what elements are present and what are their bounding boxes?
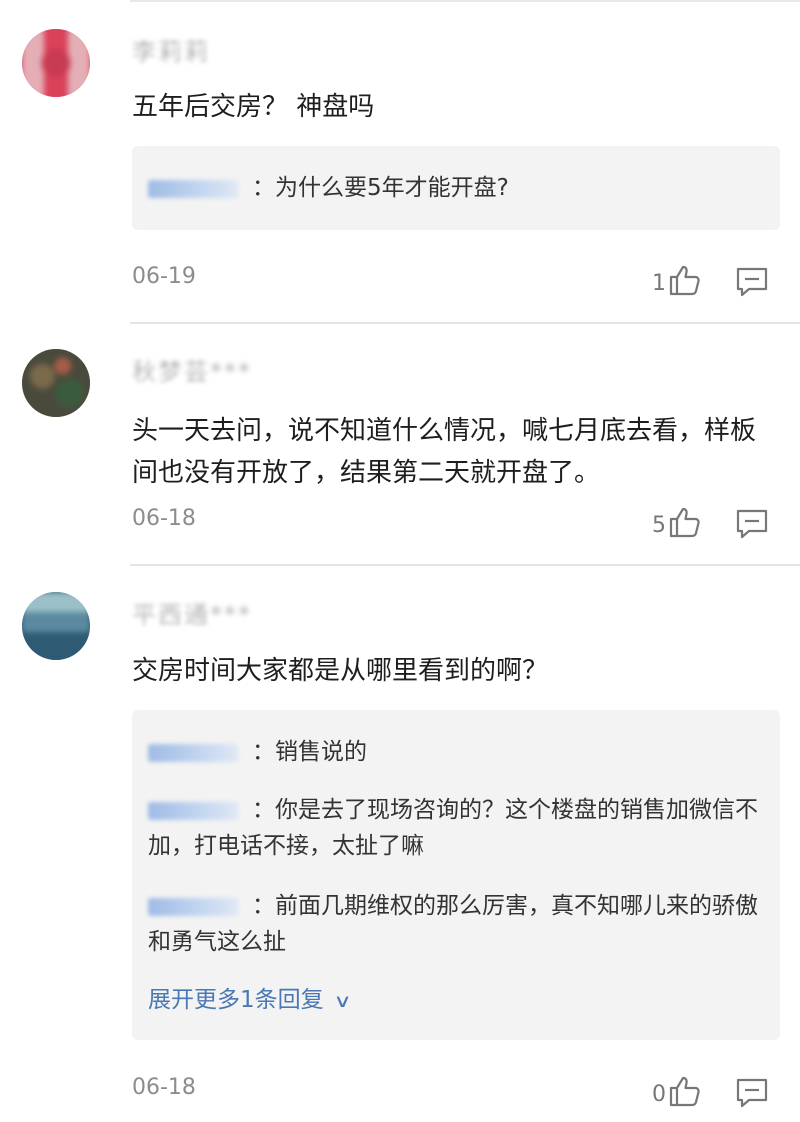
reply-text: ：销售说的 bbox=[252, 739, 367, 765]
thumbs-up-icon bbox=[668, 506, 702, 538]
comment-text: 五年后交房？ 神盘吗 bbox=[132, 92, 375, 122]
reply-text: ：为什么要5年才能开盘? bbox=[252, 175, 509, 201]
thumbs-up-icon bbox=[668, 1075, 702, 1107]
comment-text: 交房时间大家都是从哪里看到的啊？ bbox=[132, 656, 549, 686]
username[interactable]: 平西通*** bbox=[132, 597, 252, 629]
comment-text: 头一天去问，说不知道什么情况，喊七月底去看，样板间也没有开放了，结果第二天就开盘… bbox=[132, 416, 757, 488]
comment-icon[interactable] bbox=[735, 266, 769, 298]
comment-date: 06-19 bbox=[132, 264, 196, 289]
reply-item[interactable]: ：为什么要5年才能开盘? bbox=[148, 170, 764, 206]
username[interactable]: 秋梦芸*** bbox=[132, 354, 252, 386]
like-button[interactable]: 5 bbox=[652, 506, 702, 538]
like-button[interactable]: 0 bbox=[652, 1075, 702, 1107]
comment-divider bbox=[130, 564, 800, 566]
reply-item[interactable]: ：销售说的 bbox=[148, 734, 764, 770]
comment-date: 06-18 bbox=[132, 1075, 196, 1100]
reply-text: ：你是去了现场咨询的？这个楼盘的销售加微信不加，打电话不接，太扯了嘛 bbox=[148, 797, 758, 859]
reply-username bbox=[148, 743, 238, 762]
reply-username bbox=[148, 897, 238, 916]
avatar[interactable] bbox=[22, 349, 90, 417]
expand-label: 展开更多1条回复 bbox=[148, 987, 324, 1013]
like-count: 1 bbox=[652, 271, 666, 296]
comment-icon[interactable] bbox=[735, 1077, 769, 1109]
thumbs-up-icon bbox=[668, 264, 702, 296]
reply-username bbox=[148, 179, 238, 198]
comment-date: 06-18 bbox=[132, 506, 196, 531]
expand-replies-link[interactable]: 展开更多1条回复 ∨ bbox=[148, 984, 352, 1018]
like-count: 5 bbox=[652, 513, 666, 538]
avatar[interactable] bbox=[22, 29, 90, 97]
avatar[interactable] bbox=[22, 592, 90, 660]
top-divider bbox=[130, 0, 800, 2]
like-button[interactable]: 1 bbox=[652, 264, 702, 296]
reply-username bbox=[148, 801, 238, 820]
comment-divider bbox=[130, 322, 800, 324]
reply-box[interactable]: ：为什么要5年才能开盘? bbox=[132, 146, 780, 230]
comment-icon[interactable] bbox=[735, 508, 769, 540]
reply-box[interactable]: ：销售说的 ：你是去了现场咨询的？这个楼盘的销售加微信不加，打电话不接，太扯了嘛… bbox=[132, 710, 780, 1040]
reply-item[interactable]: ：你是去了现场咨询的？这个楼盘的销售加微信不加，打电话不接，太扯了嘛 bbox=[148, 792, 764, 864]
username[interactable]: 李莉莉 bbox=[132, 34, 210, 66]
like-count: 0 bbox=[652, 1082, 666, 1107]
reply-text: ：前面几期维权的那么厉害，真不知哪儿来的骄傲和勇气这么扯 bbox=[148, 893, 758, 955]
reply-item[interactable]: ：前面几期维权的那么厉害，真不知哪儿来的骄傲和勇气这么扯 bbox=[148, 888, 764, 960]
chevron-down-icon: ∨ bbox=[333, 991, 352, 1012]
